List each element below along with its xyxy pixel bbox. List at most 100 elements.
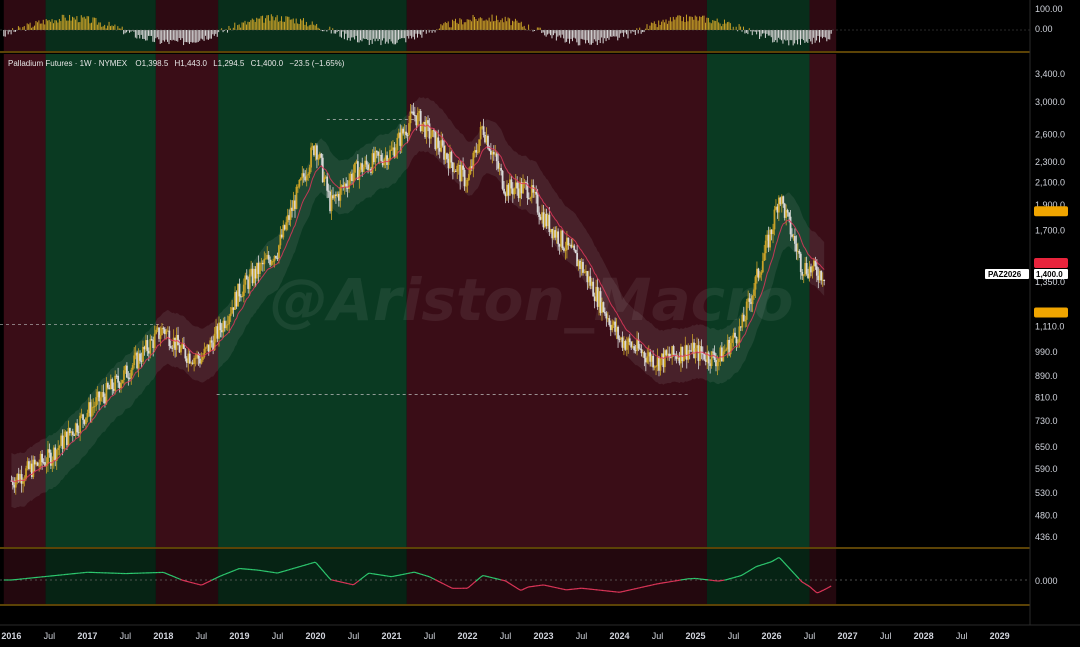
trend-segment (753, 566, 756, 569)
trend-segment (775, 557, 778, 560)
candle-body (476, 152, 479, 154)
trend-segment (744, 571, 747, 574)
candle-body (513, 188, 516, 195)
trend-segment (433, 578, 436, 581)
candle-body (408, 123, 410, 136)
candle-body (723, 350, 726, 352)
time-tick-label: Jul (956, 631, 968, 641)
price-tick-label: 1,110.0 (1035, 321, 1064, 331)
candle-body (120, 383, 122, 389)
trend-segment (174, 576, 177, 579)
candle-body (85, 417, 87, 424)
candle-body (169, 346, 172, 348)
candle-body (538, 212, 541, 217)
candle-body (219, 322, 222, 331)
high-value: H1,443.0 (175, 59, 208, 68)
candle-body (462, 165, 465, 170)
candle-body (406, 135, 409, 137)
candle-body (264, 258, 267, 260)
price-tick-label: 2,600.0 (1035, 129, 1065, 139)
candle-body (188, 353, 191, 364)
candle-body (387, 159, 390, 165)
candle-body (446, 153, 448, 159)
candle-body (111, 379, 114, 390)
candle-body (437, 137, 440, 148)
trend-segment (170, 574, 173, 577)
candle-body (564, 250, 567, 252)
trend-segment (741, 573, 744, 576)
candle-body (802, 274, 805, 276)
candle-body (416, 112, 419, 126)
trend-segment (431, 577, 434, 580)
time-tick-label: 2027 (838, 631, 858, 641)
candle-body (710, 351, 713, 366)
candle-body (522, 182, 524, 194)
candle-body (456, 165, 459, 172)
candle-body (348, 180, 350, 189)
trend-segment (509, 582, 512, 585)
time-tick-label: Jul (120, 631, 132, 641)
trend-segment (178, 578, 181, 581)
candle-body (510, 179, 513, 189)
candle-body (63, 436, 65, 449)
trend-segment (164, 572, 167, 575)
candle-body (805, 263, 808, 274)
price-tick-label: 810.0 (1035, 392, 1058, 402)
candle-body (365, 160, 368, 165)
trend-segment (513, 585, 516, 588)
trend-segment (773, 558, 776, 561)
candle-body (823, 279, 826, 282)
chart-canvas[interactable]: @Ariston_Macro Palladium Futures · 1W · … (0, 0, 1080, 647)
candle-body (352, 172, 355, 181)
price-tick-label: 590.0 (1035, 464, 1058, 474)
candle-body (229, 313, 232, 317)
candle-body (758, 274, 761, 278)
candle-body (794, 236, 796, 244)
trend-segment (776, 557, 779, 559)
candle-body (628, 338, 631, 343)
trend-segment (227, 572, 230, 574)
candle-body (139, 353, 141, 361)
candle-body (326, 176, 329, 191)
candle-body (202, 356, 204, 360)
trend-segment (167, 573, 170, 576)
candle-body (625, 344, 628, 350)
candle-body (468, 173, 470, 181)
price-tick-label: 480.0 (1035, 510, 1058, 520)
candle-body (200, 359, 203, 364)
candle-body (238, 283, 241, 297)
candle-body (362, 167, 365, 172)
trend-segment (819, 590, 822, 593)
trend-segment (224, 573, 227, 575)
trend-segment (206, 581, 209, 584)
candle-body (225, 325, 228, 329)
candle-body (703, 353, 706, 360)
trend-segment (221, 574, 224, 577)
candle-body (782, 196, 785, 204)
trend-segment (504, 580, 507, 583)
candle-body (430, 136, 432, 139)
trend-segment (754, 565, 757, 568)
candle-body (316, 145, 318, 160)
candle-body (226, 324, 229, 326)
candle-body (737, 342, 739, 344)
candle-body (451, 162, 454, 172)
trend-segment (430, 576, 433, 579)
candle-body (58, 445, 61, 448)
trend-segment (446, 584, 449, 587)
trend-segment (434, 579, 437, 581)
time-tick-label: 2029 (990, 631, 1010, 641)
trend-segment (750, 568, 753, 571)
trend-segment (212, 578, 215, 581)
trend-segment (506, 581, 509, 584)
candle-body (117, 375, 120, 383)
trend-segment (450, 587, 453, 589)
candle-body (272, 261, 274, 263)
bottom-oscillator-tick-label: 0.000 (1035, 576, 1058, 586)
trend-segment (234, 569, 237, 571)
price-tick-label: 3,000.0 (1035, 97, 1065, 107)
trend-segment (208, 580, 211, 583)
time-tick-label: 2026 (762, 631, 782, 641)
bottom-regime-band (45, 549, 156, 604)
orange-price-marker-upper (1034, 206, 1068, 217)
